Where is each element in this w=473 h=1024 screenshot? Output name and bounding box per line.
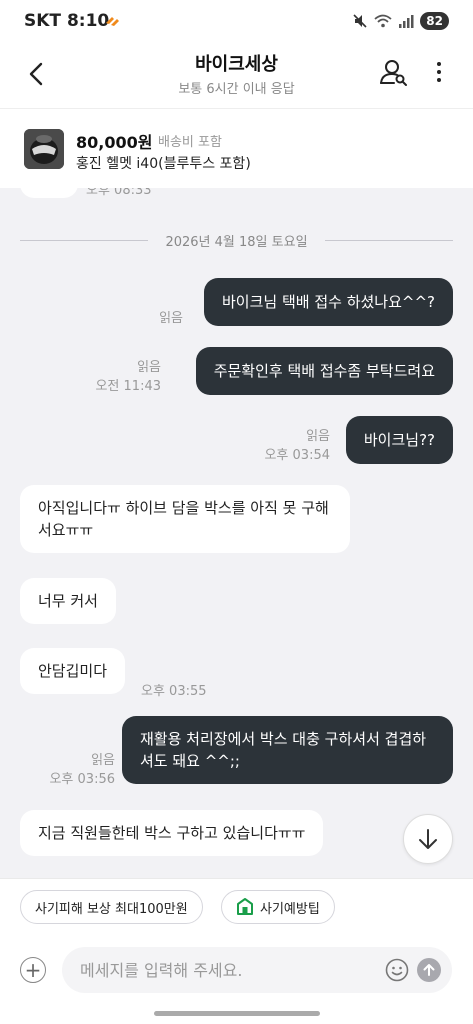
partial-message-bubble [20, 188, 78, 198]
message-bubble-outgoing[interactable]: 바이크님?? [345, 416, 453, 464]
status-carrier-time: SKT 8:10 [24, 11, 110, 31]
wifi-icon [374, 14, 392, 28]
message-bubble-incoming[interactable]: 안담깁미다 [20, 648, 126, 694]
product-summary[interactable]: 80,000원 배송비 포함 홍진 헬멧 i40(블루투스 포함) [0, 108, 473, 188]
user-search-icon [380, 60, 407, 86]
signal-icon [399, 15, 414, 28]
helmet-image [24, 129, 64, 169]
message-bubble-outgoing[interactable]: 주문확인후 택배 접수좀 부탁드려요 [195, 347, 453, 395]
fraud-tips-chip[interactable]: 사기예방팁 [221, 890, 335, 924]
message-time: 오후 03:54 [264, 448, 330, 463]
message-time: 오후 03:55 [141, 684, 207, 699]
message-bubble-incoming[interactable]: 너무 커서 [20, 578, 116, 624]
product-thumbnail [24, 129, 64, 169]
mute-icon [353, 14, 367, 28]
status-bar: SKT 8:10 82 [0, 0, 473, 42]
chat-message-list[interactable]: 오후 08:33 2026년 4월 18일 토요일 읽음 바이크님 택배 접수 … [0, 188, 473, 878]
smile-icon[interactable] [385, 958, 409, 982]
read-receipt: 읽음 [159, 311, 183, 326]
date-separator: 2026년 4월 18일 토요일 [20, 230, 453, 250]
chat-header: 바이크세상 보통 6시간 이내 응답 [0, 42, 473, 108]
battery-badge: 82 [420, 12, 449, 30]
read-receipt: 읽음 [91, 753, 115, 768]
arrow-down-icon [419, 829, 437, 849]
product-name: 홍진 헬멧 i40(블루투스 포함) [76, 156, 251, 172]
message-bubble-incoming[interactable]: 아직입니다ㅠ 하이브 담을 박스를 아직 못 구해서요ㅠㅠ [20, 485, 350, 553]
send-button[interactable] [417, 958, 441, 982]
product-price: 80,000원 [76, 133, 153, 152]
message-bubble-incoming[interactable]: 지금 직원들한테 박스 구하고 있습니다ㅠㅠ [20, 810, 324, 856]
status-icons: 82 [352, 12, 449, 30]
message-bubble-outgoing[interactable]: 바이크님 택배 접수 하셨나요^^? [203, 278, 453, 326]
scroll-to-bottom-button[interactable] [403, 814, 453, 864]
message-time: 오후 08:33 [86, 188, 152, 198]
more-vertical-icon [437, 62, 441, 66]
shipping-info: 배송비 포함 [158, 135, 222, 150]
shield-home-icon [237, 898, 253, 915]
message-time: 오후 03:56 [49, 772, 115, 787]
message-bubble-outgoing[interactable]: 재활용 처리장에서 박스 대충 구하셔서 겹겹하셔도 돼요 ^^;; [122, 716, 453, 784]
home-indicator [154, 1011, 320, 1016]
arrow-up-icon [423, 964, 435, 976]
message-input-row: + [0, 945, 473, 995]
read-receipt: 읽음 [306, 429, 330, 444]
carrier-app-icon [106, 17, 119, 26]
fraud-compensation-chip[interactable]: 사기피해 보상 최대100만원 [20, 890, 203, 924]
plus-circle-icon: + [24, 958, 42, 982]
message-time: 오전 11:43 [95, 379, 161, 394]
read-receipt: 읽음 [137, 360, 161, 375]
composer-area: 사기피해 보상 최대100만원 사기예방팁 + [0, 878, 473, 1024]
attach-button[interactable]: + [20, 957, 46, 983]
more-options-button[interactable] [431, 56, 447, 88]
partner-profile-button[interactable] [379, 56, 409, 88]
